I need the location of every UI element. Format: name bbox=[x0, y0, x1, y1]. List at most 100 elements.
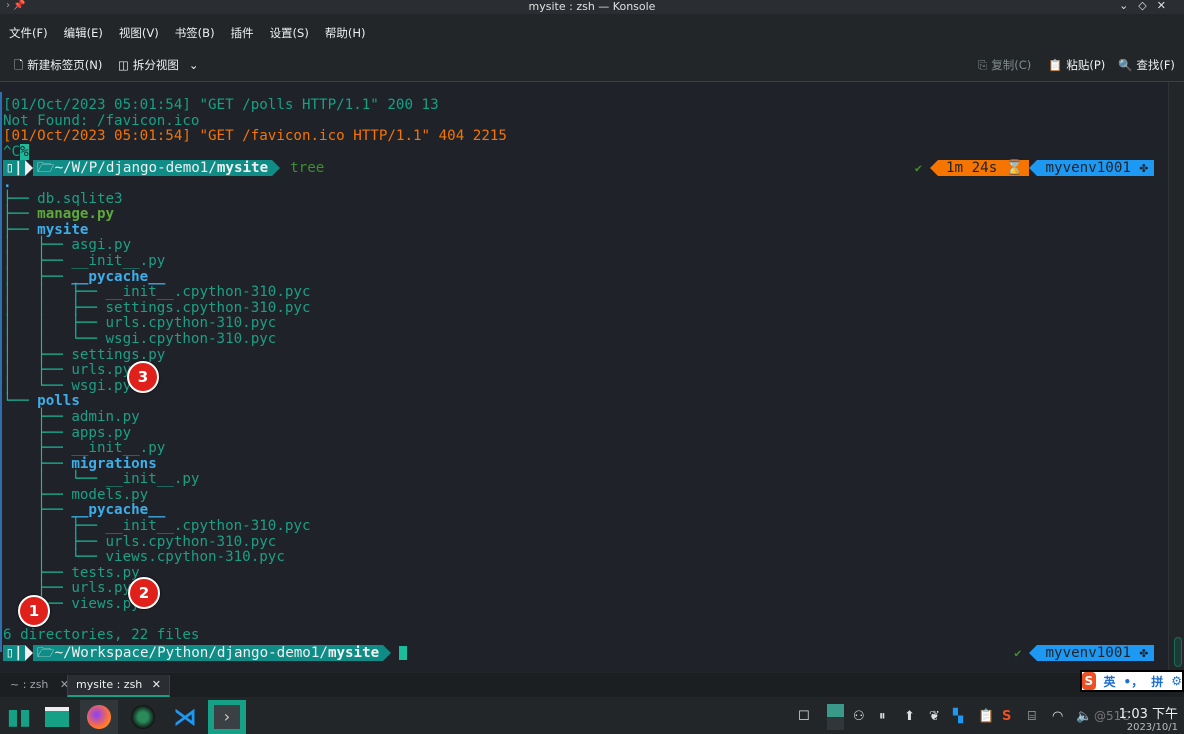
terminal-text: ├── bbox=[3, 502, 72, 519]
terminal-text: [01/Oct/2023 05:01:54] "GET /polls HTTP/… bbox=[3, 97, 439, 113]
sogou-tray-icon[interactable]: S bbox=[1002, 709, 1011, 724]
venv-name: myvenv1001 bbox=[1045, 645, 1131, 661]
paste-icon: 📋 bbox=[1048, 58, 1063, 72]
pager-icon[interactable] bbox=[827, 704, 844, 730]
volume-icon[interactable]: 🔈 bbox=[1076, 709, 1092, 724]
show-desktop-icon[interactable]: ☐ bbox=[798, 709, 810, 724]
status-check-icon: ✔ bbox=[914, 161, 923, 175]
venv-segment: myvenv1001 ✤ bbox=[1037, 160, 1154, 176]
network-share-icon[interactable]: ⚇ bbox=[853, 709, 865, 724]
terminal-text: __pycache__ bbox=[71, 502, 166, 519]
copy-icon: ⎘ bbox=[978, 58, 988, 72]
menu-view[interactable]: 视图(V) bbox=[111, 22, 167, 44]
vscode-icon[interactable]: ⋊ bbox=[166, 700, 204, 734]
tab-bar: ~ : zsh ✕ mysite : zsh ✕ bbox=[0, 673, 1184, 697]
clock[interactable]: 1:03 下午 2023/10/1 bbox=[1119, 703, 1178, 733]
menu-bar: 文件(F) 编辑(E) 视图(V) 书签(B) 插件 设置(S) 帮助(H) bbox=[0, 22, 373, 44]
terminal-text: __init__.cpython-310.pyc bbox=[105, 284, 311, 301]
terminal-line: │ │ ├── __init__.cpython-310.pyc bbox=[3, 284, 311, 301]
terminal-text: │ ├── bbox=[3, 268, 72, 285]
terminal-text: 6 directories, 22 files bbox=[3, 627, 200, 644]
terminal-text: │ │ └── bbox=[3, 330, 106, 347]
find-label: 查找(F) bbox=[1136, 58, 1175, 72]
terminal-line: │ │ ├── urls.cpython-310.pyc bbox=[3, 316, 311, 332]
paste-button[interactable]: 📋 粘贴(P) bbox=[1048, 52, 1105, 78]
file-manager-icon[interactable] bbox=[38, 700, 76, 734]
terminal-text: │ ├── bbox=[3, 518, 106, 535]
hourglass-icon: ⌛ bbox=[1005, 160, 1024, 176]
ime-toolbar[interactable]: S 英 •， 拼 ⚙ bbox=[1080, 670, 1184, 692]
terminal-line: └── polls bbox=[3, 394, 311, 410]
path-dir: mysite bbox=[327, 645, 380, 661]
right-prompt-2: ✔ myvenv1001 ✤ bbox=[1014, 645, 1154, 661]
camera-app-icon[interactable] bbox=[124, 700, 162, 734]
split-view-icon: ◫ bbox=[118, 58, 129, 72]
terminal-text: wsgi.py bbox=[71, 377, 132, 394]
find-button[interactable]: 🔍 查找(F) bbox=[1118, 52, 1175, 78]
copy-button[interactable]: ⎘ 复制(C) bbox=[978, 52, 1031, 78]
clipboard-icon[interactable]: 📋 bbox=[978, 709, 994, 724]
duration-segment: 1m 24s ⌛ bbox=[938, 160, 1030, 176]
wifi-icon[interactable]: ◠ bbox=[1052, 709, 1063, 724]
new-tab-label: 新建标签页(N) bbox=[27, 58, 103, 72]
terminal-text: manage.py bbox=[37, 206, 115, 223]
media-pause-icon[interactable]: ⏸ bbox=[879, 709, 886, 724]
terminal-text: Not Found: /favicon.ico bbox=[3, 112, 200, 129]
split-view-button[interactable]: ◫ 拆分视图 ⌄ bbox=[118, 52, 199, 78]
gear-icon[interactable]: ⚙ bbox=[1171, 674, 1182, 688]
app-menu-icon[interactable]: ▮▮ bbox=[0, 700, 38, 734]
firefox-icon[interactable] bbox=[80, 700, 118, 734]
ime-lang[interactable]: 英 bbox=[1104, 673, 1116, 690]
separator-icon bbox=[25, 160, 33, 176]
usb-icon[interactable]: ⌸ bbox=[1028, 709, 1036, 724]
terminal-text: __init__.py bbox=[71, 440, 166, 457]
text-cursor bbox=[399, 646, 408, 660]
clock-date: 2023/10/1 bbox=[1126, 722, 1178, 733]
terminal-text: __init__.py bbox=[105, 471, 200, 488]
terminal-text: migrations bbox=[71, 455, 157, 472]
terminal-line: [01/Oct/2023 05:01:54] "GET /polls HTTP/… bbox=[3, 97, 507, 114]
menu-file[interactable]: 文件(F) bbox=[0, 22, 56, 44]
terminal-line: │ ├── asgi.py bbox=[3, 238, 311, 254]
window-controls[interactable]: ⌄◇✕ bbox=[1119, 0, 1176, 12]
leaf-icon[interactable]: ❦ bbox=[929, 709, 940, 724]
terminal-text: urls.py bbox=[71, 362, 132, 379]
update-icon[interactable]: ⬆ bbox=[904, 709, 915, 724]
menu-edit[interactable]: 编辑(E) bbox=[56, 22, 111, 44]
prompt-path: 🗁~/Workspace/Python/django-demo1/mysite bbox=[33, 645, 384, 661]
close-icon[interactable]: ✕ bbox=[152, 678, 161, 691]
chevron-down-icon: ⌄ bbox=[188, 58, 199, 72]
terminal-text: │ ├── bbox=[3, 362, 72, 379]
separator-icon bbox=[25, 645, 33, 661]
command-text: tree bbox=[290, 160, 325, 176]
konsole-icon[interactable]: › bbox=[208, 700, 246, 734]
window-switch-icon[interactable]: ▚ bbox=[953, 709, 963, 724]
terminal-line: │ │ └── wsgi.cpython-310.pyc bbox=[3, 330, 311, 348]
ime-mode[interactable]: 拼 bbox=[1151, 673, 1163, 690]
terminal-text: urls.py bbox=[71, 580, 132, 597]
path-dir: mysite bbox=[216, 160, 269, 176]
separator-icon bbox=[1029, 160, 1038, 176]
terminal-text: asgi.py bbox=[71, 237, 132, 254]
scrollbar-thumb[interactable] bbox=[1174, 637, 1182, 667]
menu-help[interactable]: 帮助(H) bbox=[317, 22, 374, 44]
scrollbar-track[interactable] bbox=[1168, 82, 1184, 672]
split-view-label: 拆分视图 bbox=[132, 58, 179, 72]
menu-bookmarks[interactable]: 书签(B) bbox=[167, 22, 223, 44]
terminal-line: [01/Oct/2023 05:01:54] "GET /favicon.ico… bbox=[3, 128, 507, 145]
python-icon: ✤ bbox=[1139, 160, 1148, 176]
terminal-text: admin.py bbox=[71, 408, 140, 425]
terminal-line: │ ├── __pycache__ bbox=[3, 268, 311, 286]
tab-mysite-zsh[interactable]: mysite : zsh ✕ bbox=[67, 675, 170, 697]
prompt-line-2: ▯| 🗁~/Workspace/Python/django-demo1/mysi… bbox=[3, 645, 408, 661]
menu-settings[interactable]: 设置(S) bbox=[262, 22, 317, 44]
terminal-text: polls bbox=[37, 393, 80, 410]
terminal-text: └── bbox=[3, 393, 38, 410]
ime-punct[interactable]: •， bbox=[1124, 673, 1144, 690]
terminal-line: │ ├── urls.cpython-310.pyc bbox=[3, 534, 311, 551]
terminal-log: [01/Oct/2023 05:01:54] "GET /polls HTTP/… bbox=[3, 97, 507, 160]
menu-plugins[interactable]: 插件 bbox=[223, 22, 262, 44]
new-tab-button[interactable]: 🗋 新建标签页(N) bbox=[14, 52, 102, 78]
tab-home-zsh[interactable]: ~ : zsh ✕ bbox=[2, 675, 77, 697]
terminal-line: 6 directories, 22 files bbox=[3, 627, 311, 644]
